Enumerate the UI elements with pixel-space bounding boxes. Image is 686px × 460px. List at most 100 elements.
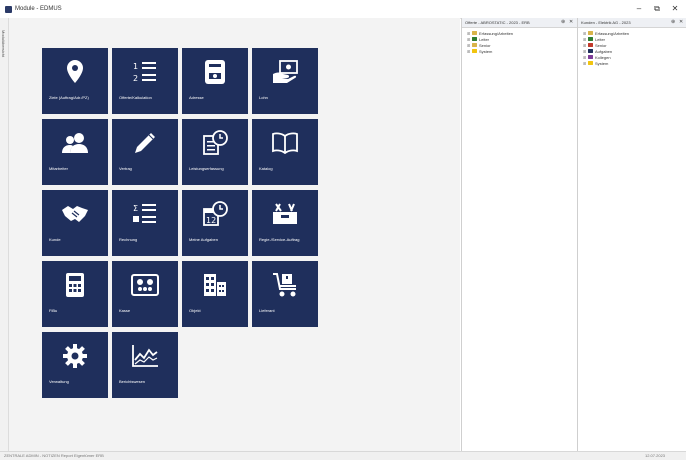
money-hand-icon <box>252 58 318 86</box>
tile-verwaltung[interactable]: Verwaltung <box>42 332 108 398</box>
tile-label: Lieferant <box>259 308 275 313</box>
tile-kasse[interactable]: Kasse <box>112 261 178 327</box>
map-pin-icon <box>42 58 108 86</box>
folder-icon <box>472 37 477 41</box>
calculator-icon <box>42 271 108 299</box>
folder-icon <box>472 43 477 47</box>
tree-node[interactable]: ⊞ System <box>467 48 577 54</box>
status-date: 12.07.2023 <box>645 453 666 458</box>
tile-regie[interactable]: Regie-/Service-Auftrag <box>252 190 318 256</box>
toolbox-icon <box>252 200 318 228</box>
tree-node-label: Erfassung/Arbeiten <box>479 30 514 36</box>
tree-node-label: Leiter <box>595 36 606 42</box>
svg-text:2: 2 <box>133 74 138 83</box>
tree-node-label: Senior <box>595 42 607 48</box>
minimize-button[interactable]: – <box>632 4 646 14</box>
folder-icon <box>588 55 593 59</box>
panel-title: Offerte - ABROSTATIC - 2023 - ERB <box>465 20 530 25</box>
tile-label: Regie-/Service-Auftrag <box>259 237 300 242</box>
numbered-list-icon: 12 <box>112 58 178 86</box>
tile-katalog[interactable]: Katalog <box>252 119 318 185</box>
svg-text:Σ: Σ <box>133 204 138 213</box>
panel-close-button[interactable]: ✕ <box>569 19 573 25</box>
tile-label: Mitarbeiter <box>49 166 68 171</box>
restore-button[interactable]: ⧉ <box>650 4 664 14</box>
folder-icon <box>588 43 593 47</box>
expand-icon[interactable]: ⊞ <box>583 31 587 36</box>
tile-offerte[interactable]: 12 Offerte/Kalkulation <box>112 48 178 114</box>
gear-icon <box>42 342 108 370</box>
pencil-icon <box>112 129 178 157</box>
tile-label: Ziele (Auftrag/Adr./PZ) <box>49 95 89 100</box>
folder-icon <box>472 49 477 53</box>
tile-mitarbeiter[interactable]: Mitarbeiter <box>42 119 108 185</box>
tree-node-label: Kollegen <box>595 54 611 60</box>
pin-button[interactable]: ⊕ <box>561 19 565 25</box>
folder-icon <box>588 49 593 53</box>
expand-icon[interactable]: ⊞ <box>467 31 471 36</box>
tile-label: Rechnung <box>119 237 138 242</box>
tile-label: Objekt <box>189 308 201 313</box>
tile-objekt[interactable]: Objekt <box>182 261 248 327</box>
folder-icon <box>588 61 593 65</box>
expand-icon[interactable]: ⊞ <box>583 37 587 42</box>
tile-label: Adresse <box>189 95 204 100</box>
expand-icon[interactable]: ⊞ <box>467 37 471 42</box>
title-bar: Module - EDMUS – ⧉ ✕ <box>0 0 686 19</box>
phone-book-icon <box>182 58 248 86</box>
close-button[interactable]: ✕ <box>668 4 682 14</box>
expand-icon[interactable]: ⊞ <box>583 55 587 60</box>
tile-berichtswesen[interactable]: Berichtswesen <box>112 332 178 398</box>
tree-node-label: System <box>595 60 609 66</box>
tree-view: ⊞ Erfassung/Arbeiten ⊞ Leiter ⊞ Senior ⊞ Sys… <box>462 28 577 54</box>
side-tab-label: Modulübersicht <box>1 30 6 58</box>
users-icon <box>42 129 108 157</box>
tile-label: Leistungserfassung <box>189 166 224 171</box>
expand-icon[interactable]: ⊞ <box>583 43 587 48</box>
tree-panel-offerte: Offerte - ABROSTATIC - 2023 - ERB ⊕ ✕ ⊞ E… <box>461 18 577 451</box>
pin-button[interactable]: ⊕ <box>671 19 675 25</box>
tile-vertrag[interactable]: Vertrag <box>112 119 178 185</box>
folder-icon <box>588 31 593 35</box>
tree-view: ⊞ Erfassung/Arbeiten ⊞ Leiter ⊞ Senior ⊞ Auf… <box>578 28 686 66</box>
expand-icon[interactable]: ⊞ <box>467 43 471 48</box>
expand-icon[interactable]: ⊞ <box>583 49 587 54</box>
tile-kunde[interactable]: Kunde <box>42 190 108 256</box>
cashbox-icon <box>112 271 178 299</box>
tree-panel-kunden: Kunden - Elektrik AG - 2023 ⊕ ✕ ⊞ Erfassu… <box>577 18 686 451</box>
app-logo-icon <box>5 6 12 13</box>
tile-label: FiBu <box>49 308 58 313</box>
tile-label: Kunde <box>49 237 61 242</box>
cart-icon <box>252 271 318 299</box>
tile-adresse[interactable]: Adresse <box>182 48 248 114</box>
tile-lieferant[interactable]: Lieferant <box>252 261 318 327</box>
calendar-clock-icon: 12 <box>182 200 248 228</box>
panel-close-button[interactable]: ✕ <box>679 19 683 25</box>
side-tab-strip[interactable]: Modulübersicht <box>0 18 9 451</box>
tile-fibu[interactable]: FiBu <box>42 261 108 327</box>
panel-header: Offerte - ABROSTATIC - 2023 - ERB ⊕ ✕ <box>462 18 577 28</box>
tile-label: Katalog <box>259 166 273 171</box>
tile-lohn[interactable]: Lohn <box>252 48 318 114</box>
tree-node-label: Erfassung/Arbeiten <box>595 30 630 36</box>
status-text: ZENTRALE ADMIN - NOTIZEN Report Eigentüm… <box>4 453 104 458</box>
tile-rechnung[interactable]: Σ Rechnung <box>112 190 178 256</box>
tile-ziele[interactable]: Ziele (Auftrag/Adr./PZ) <box>42 48 108 114</box>
tile-label: Verwaltung <box>49 379 69 384</box>
panel-header: Kunden - Elektrik AG - 2023 ⊕ ✕ <box>578 18 686 28</box>
line-chart-icon <box>112 342 178 370</box>
tile-leistung[interactable]: Leistungserfassung <box>182 119 248 185</box>
building-icon <box>182 271 248 299</box>
tree-node[interactable]: ⊞ System <box>583 60 686 66</box>
tree-node-label: Senior <box>479 42 491 48</box>
expand-icon[interactable]: ⊞ <box>583 61 587 66</box>
tile-aufgaben[interactable]: 12 Meine Aufgaben <box>182 190 248 256</box>
expand-icon[interactable]: ⊞ <box>467 49 471 54</box>
tile-label: Kasse <box>119 308 131 313</box>
svg-text:1: 1 <box>133 62 138 71</box>
tile-label: Vertrag <box>119 166 132 171</box>
clock-document-icon <box>182 129 248 157</box>
window-title: Module - EDMUS <box>15 6 62 12</box>
tile-label: Lohn <box>259 95 268 100</box>
folder-icon <box>472 31 477 35</box>
